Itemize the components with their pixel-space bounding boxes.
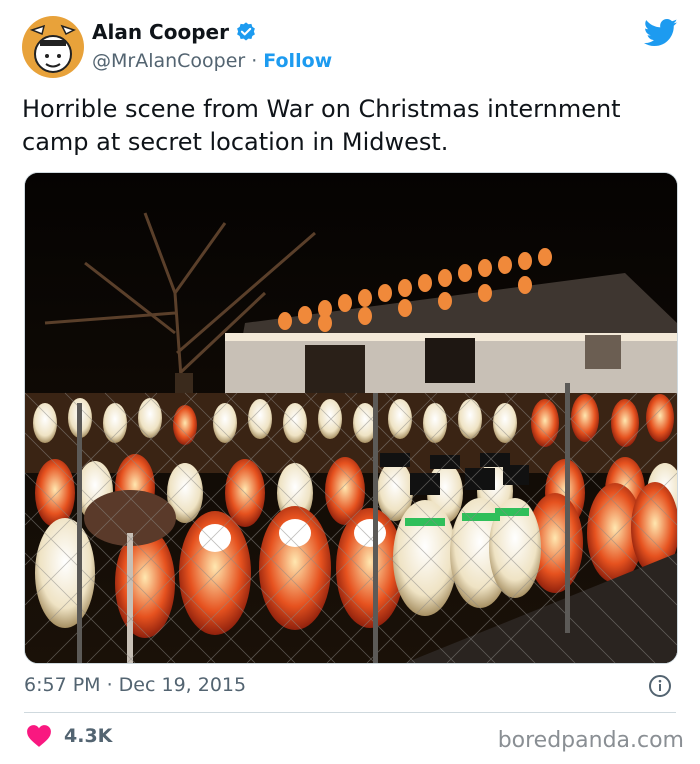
verified-badge-icon [237, 22, 255, 41]
twitter-bird-icon[interactable] [644, 18, 678, 48]
avatar-illustration-icon [22, 16, 84, 78]
avatar[interactable] [22, 16, 84, 78]
tweet-timestamp[interactable]: 6:57 PM · Dec 19, 2015 [24, 674, 246, 696]
tweet-photo[interactable] [24, 172, 678, 664]
divider [24, 712, 676, 713]
info-icon[interactable] [648, 674, 672, 698]
separator-dot: · [251, 50, 258, 72]
follow-button[interactable]: Follow [263, 50, 332, 72]
watermark: boredpanda.com [497, 728, 684, 753]
author-name-row: Alan Cooper [92, 20, 257, 44]
heart-icon[interactable] [26, 724, 52, 748]
like-count: 4.3K [64, 725, 113, 747]
author-name[interactable]: Alan Cooper [92, 20, 229, 44]
author-handle[interactable]: @MrAlanCooper [92, 50, 245, 72]
tweet-text: Horrible scene from War on Christmas int… [22, 95, 621, 156]
christmas-lights-photo [25, 173, 677, 663]
like-action[interactable]: 4.3K [26, 724, 112, 748]
author-handle-row: @MrAlanCooper · Follow [92, 50, 332, 72]
tweet-card: Alan Cooper @MrAlanCooper · Follow Horri… [0, 0, 700, 764]
